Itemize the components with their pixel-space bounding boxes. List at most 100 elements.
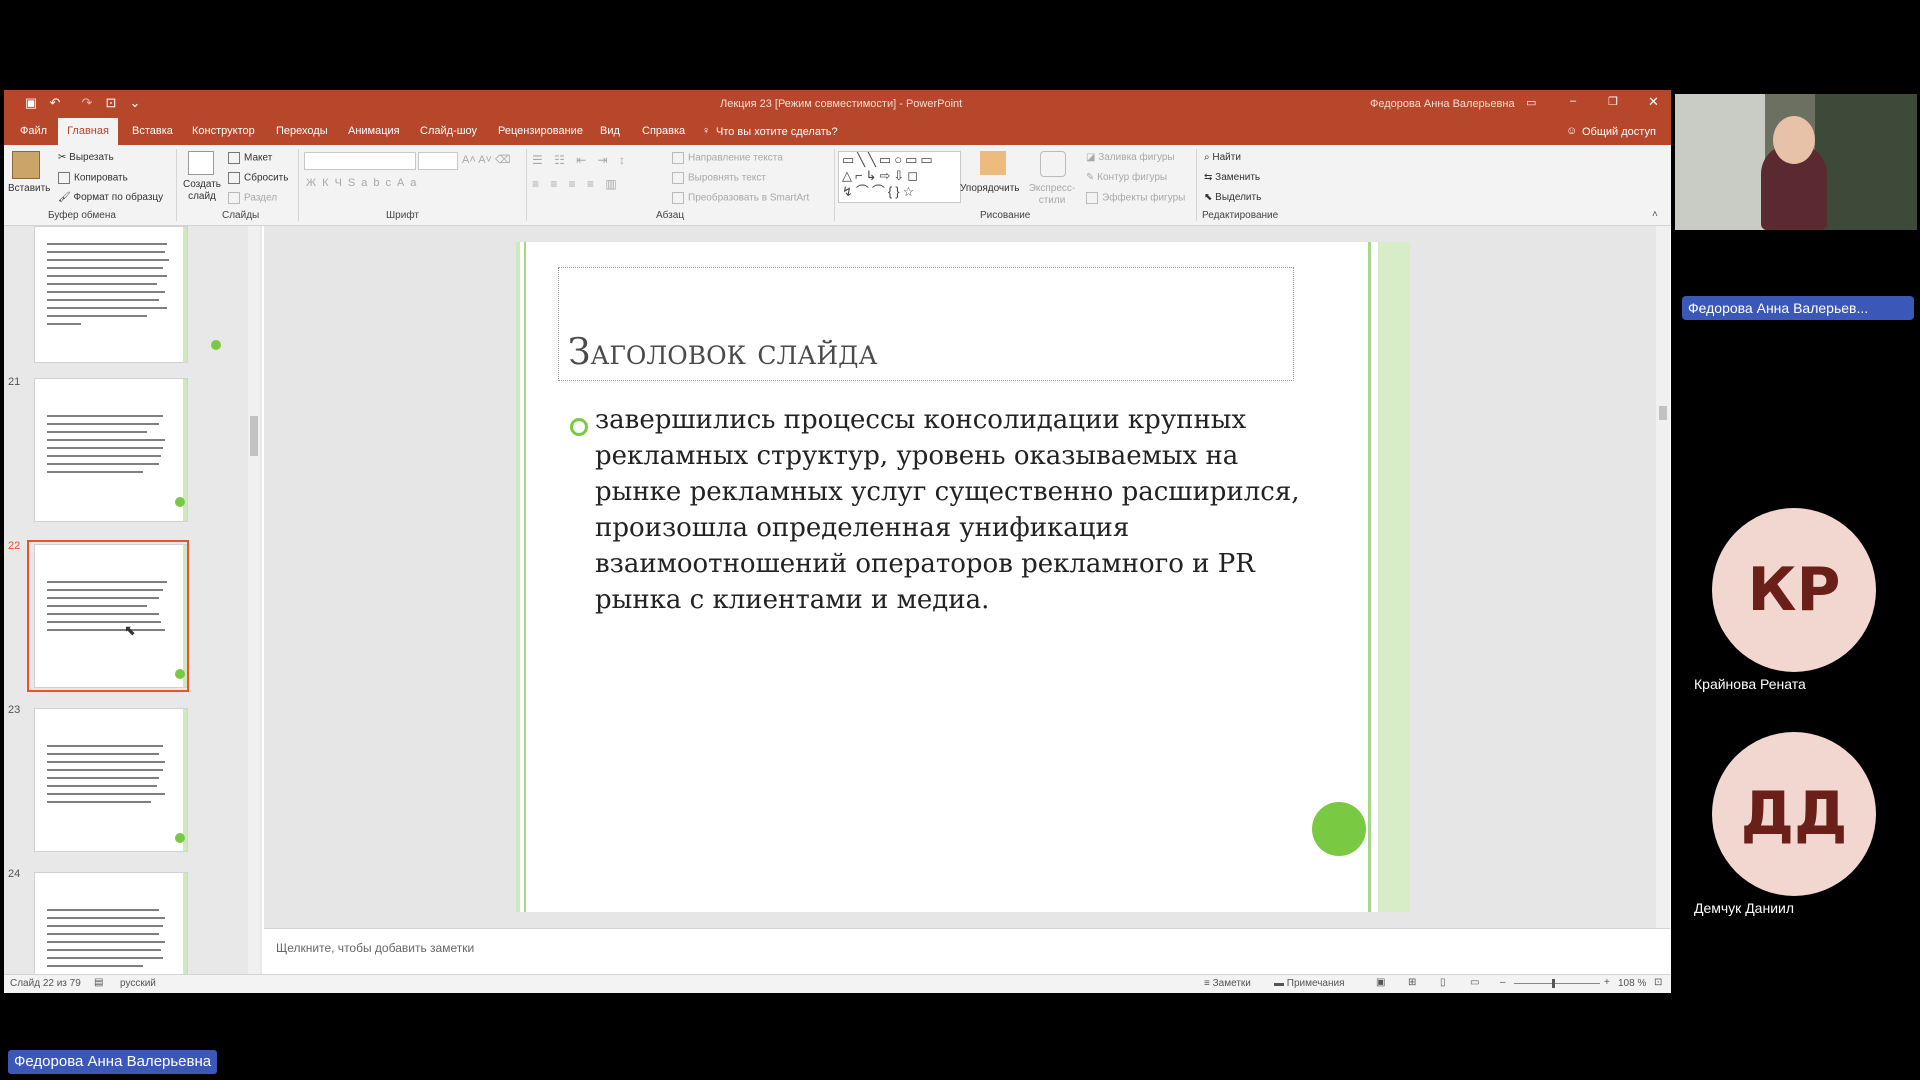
font-size-box[interactable]: [418, 152, 458, 170]
zoom-level[interactable]: 108 %: [1618, 978, 1646, 989]
tab-design[interactable]: Конструктор: [184, 118, 263, 145]
thumbnail-text: [47, 965, 143, 967]
title-bar: ▣ ↶ ↷ ⊡ ⌄ Лекция 23 [Режим совместимости…: [4, 90, 1671, 118]
copy-icon: [58, 172, 70, 184]
normal-view-icon[interactable]: ▣: [1376, 977, 1385, 988]
zoom-slider[interactable]: [1514, 983, 1600, 984]
reset-button[interactable]: Сбросить: [228, 172, 288, 184]
tab-help[interactable]: Справка: [634, 118, 693, 145]
align-icons[interactable]: ≡ ≡ ≡ ≡ ▥: [532, 177, 621, 191]
notes-placeholder[interactable]: Щелкните, чтобы добавить заметки: [276, 941, 474, 955]
tab-insert[interactable]: Вставка: [124, 118, 181, 145]
workspace-scrollbar[interactable]: [1656, 226, 1670, 928]
font-grow-shrink-icons[interactable]: A˄ A˅ ⌫: [462, 153, 511, 166]
zoom-slider-thumb[interactable]: [1552, 979, 1555, 988]
replace-button[interactable]: ⇆ Заменить: [1204, 172, 1260, 183]
language-indicator[interactable]: русский: [120, 978, 156, 989]
zoom-in-icon[interactable]: +: [1604, 977, 1610, 988]
font-name-box[interactable]: [304, 152, 416, 170]
select-button[interactable]: ⬉ Выделить: [1204, 192, 1261, 203]
share-button[interactable]: Общий доступ: [1582, 126, 1656, 138]
smartart-button[interactable]: Преобразовать в SmartArt: [672, 192, 809, 204]
layout-button[interactable]: Макет: [228, 152, 272, 164]
start-slideshow-icon[interactable]: ⊡: [104, 96, 118, 110]
paragraph-group-label: Абзац: [656, 210, 685, 221]
align-text-icon: [672, 172, 684, 184]
new-slide-icon[interactable]: [188, 151, 214, 175]
list-indent-icons[interactable]: ☰ ☷ ⇤ ⇥ ↕: [532, 153, 629, 167]
zoom-out-icon[interactable]: –: [1500, 977, 1506, 988]
find-button[interactable]: ⌕ Найти: [1204, 152, 1241, 163]
thumbnail-text: [47, 251, 165, 253]
font-format-icons[interactable]: ЖКЧSabcAa: [306, 177, 422, 189]
group-divider: [834, 149, 835, 221]
sorter-view-icon[interactable]: ⊞: [1408, 977, 1416, 988]
thumbnail-text: [47, 745, 163, 747]
fit-slide-icon[interactable]: ⊡: [1654, 977, 1662, 988]
ribbon-display-icon[interactable]: ▭: [1526, 96, 1536, 109]
text-direction-button[interactable]: Направление текста: [672, 152, 783, 164]
quick-styles-icon[interactable]: [1040, 151, 1066, 177]
thumbnail-text: [47, 941, 165, 943]
redo-icon[interactable]: ↷: [80, 96, 94, 110]
thumbnail-accent-bar: [183, 227, 187, 362]
tab-view[interactable]: Вид: [592, 118, 628, 145]
lightbulb-icon: ♀: [702, 125, 711, 137]
shape-effects-button[interactable]: Эффекты фигуры: [1086, 192, 1185, 204]
group-divider: [176, 149, 177, 221]
tab-review[interactable]: Рецензирование: [490, 118, 591, 145]
arrange-icon[interactable]: [980, 151, 1006, 175]
thumbnail-text: [47, 463, 159, 465]
comment-icon: ▬: [1274, 978, 1287, 989]
cut-button[interactable]: ✂ Вырезать: [58, 152, 114, 163]
new-slide-button[interactable]: Создать слайд: [182, 179, 222, 203]
collapse-ribbon-icon[interactable]: ˄: [1652, 209, 1658, 220]
restore-icon[interactable]: ❐: [1608, 95, 1618, 108]
notes-pane[interactable]: Щелкните, чтобы добавить заметки: [264, 928, 1670, 975]
slide-thumbnail[interactable]: [34, 708, 188, 852]
brush-icon: 🖌: [58, 192, 74, 203]
tab-animations[interactable]: Анимация: [340, 118, 408, 145]
thumbnail-text: [47, 925, 163, 927]
shapes-gallery[interactable]: ▭╲╲▭○▭▭ △⌐↳⇨⇩◻ ↯⌒⌒{}☆: [838, 151, 961, 203]
current-slide[interactable]: Заголовок слайда завершились процессы ко…: [516, 242, 1410, 912]
tab-file[interactable]: Файл: [12, 118, 55, 145]
avatar: КР: [1712, 508, 1876, 672]
spellcheck-icon[interactable]: ▤: [94, 977, 103, 988]
slide-thumbnail[interactable]: [34, 872, 188, 976]
participant-name: Крайнова Рената: [1694, 676, 1806, 692]
tab-transitions[interactable]: Переходы: [268, 118, 336, 145]
ribbon: Вставить ✂ Вырезать Копировать 🖌 Формат …: [4, 145, 1671, 226]
minimize-icon[interactable]: –: [1570, 95, 1576, 107]
tab-home[interactable]: Главная: [58, 118, 118, 145]
notes-toggle[interactable]: ≡ Заметки: [1204, 978, 1251, 989]
thumbnails-scrollbar[interactable]: [248, 226, 260, 974]
thumbnail-text: [47, 909, 159, 911]
paste-button[interactable]: Вставить: [8, 183, 50, 194]
save-icon[interactable]: ▣: [24, 96, 38, 110]
slide-thumbnail[interactable]: [34, 226, 221, 363]
slide-thumbnail[interactable]: [34, 378, 188, 522]
shape-outline-button[interactable]: ✎ Контур фигуры: [1086, 172, 1167, 183]
thumbnail-number: 23: [8, 704, 21, 716]
undo-icon[interactable]: ↶: [48, 96, 62, 110]
shape-fill-button[interactable]: ◪ Заливка фигуры: [1086, 152, 1175, 163]
quick-styles-button[interactable]: Экспресс-стили: [1024, 183, 1080, 207]
align-text-button[interactable]: Выровнять текст: [672, 172, 766, 184]
slideshow-view-icon[interactable]: ▭: [1470, 977, 1479, 988]
copy-button[interactable]: Копировать: [58, 172, 128, 184]
close-icon[interactable]: ✕: [1648, 94, 1659, 110]
customize-qat-icon[interactable]: ⌄: [128, 96, 142, 110]
reading-view-icon[interactable]: ▯: [1440, 977, 1446, 988]
workspace-scrollbar-thumb[interactable]: [1659, 406, 1667, 420]
scrollbar-thumb[interactable]: [250, 416, 258, 456]
section-button[interactable]: Раздел: [228, 192, 277, 204]
account-name[interactable]: Федорова Анна Валерьевна: [1370, 98, 1515, 110]
thumbnail-text: [47, 243, 167, 245]
arrange-button[interactable]: Упорядочить: [960, 183, 1020, 194]
paste-icon[interactable]: [12, 151, 40, 179]
comments-toggle[interactable]: ▬ Примечания: [1274, 978, 1345, 989]
tab-slideshow[interactable]: Слайд-шоу: [412, 118, 485, 145]
tell-me-box[interactable]: Что вы хотите сделать?: [716, 126, 838, 138]
format-painter-button[interactable]: 🖌 Формат по образцу: [58, 192, 163, 203]
